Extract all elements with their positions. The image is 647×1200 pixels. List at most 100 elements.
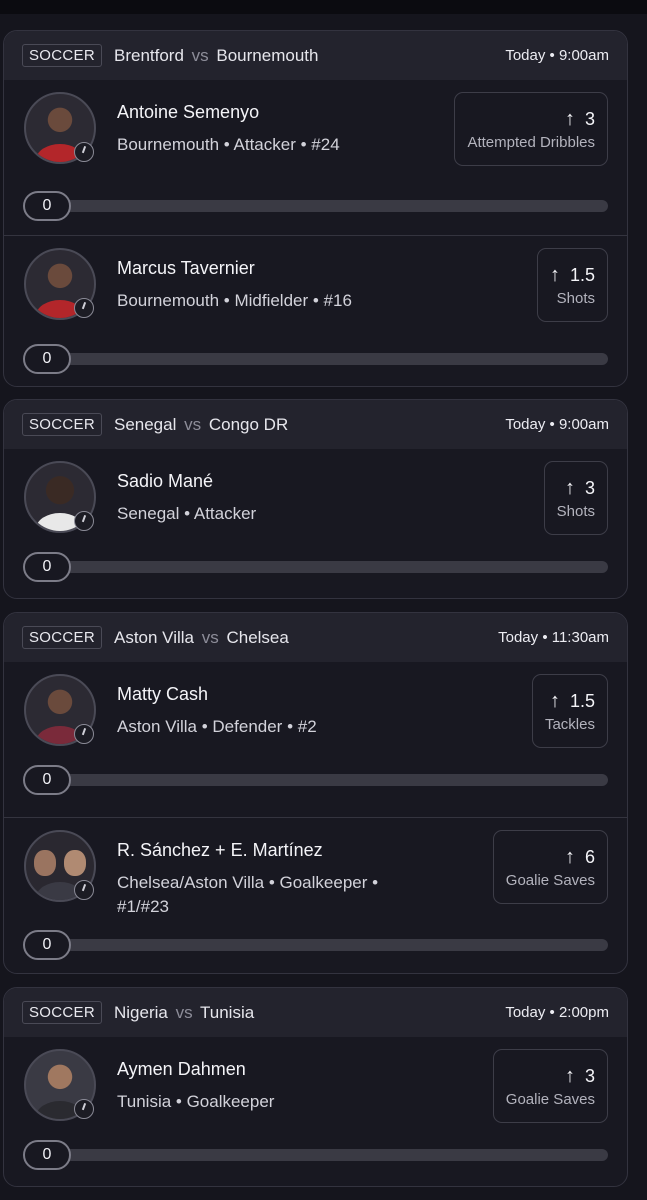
stat-line-button[interactable]: ↑ 6 Goalie Saves <box>492 830 608 904</box>
progress-bar: 0 <box>23 191 608 221</box>
card-header: SOCCER Nigeria vs Tunisia Today • 2:00pm <box>4 988 627 1037</box>
matchup: Brentford vs Bournemouth <box>114 46 505 66</box>
progress-value: 0 <box>23 191 71 221</box>
arrow-up-icon: ↑ <box>564 845 575 868</box>
progress-bar: 0 <box>23 552 608 582</box>
player-avatar-left <box>34 850 56 876</box>
away-team: Bournemouth <box>216 45 319 65</box>
stat-label: Attempted Dribbles <box>467 133 595 151</box>
game-time: Today • 9:00am <box>505 47 609 64</box>
vs-label: vs <box>201 627 219 647</box>
home-team: Nigeria <box>113 1002 168 1022</box>
player-meta: Aston Villa • Defender • #2 <box>117 717 317 736</box>
game-card: SOCCER Senegal vs Congo DR Today • 9:00a… <box>3 399 628 599</box>
matchup: Nigeria vs Tunisia <box>114 1003 505 1023</box>
player-name: R. Sánchez + E. Martínez <box>117 840 323 860</box>
stat-label: Tackles <box>544 715 595 733</box>
arrow-up-icon: ↑ <box>564 1064 575 1087</box>
game-card: SOCCER Brentford vs Bournemouth Today • … <box>3 30 628 387</box>
stat-label: Shots <box>556 289 595 307</box>
stat-line-button[interactable]: ↑ 1.5 Shots <box>536 248 608 322</box>
player-meta: Senegal • Attacker <box>117 504 257 523</box>
clock-icon <box>74 298 94 318</box>
player-pick-row[interactable]: Matty Cash Aston Villa • Defender • #2 ↑… <box>4 662 627 817</box>
player-name: Aymen Dahmen <box>117 1059 246 1079</box>
player-pick-row[interactable]: Sadio Mané Senegal • Attacker ↑ 3 Shots 0 <box>4 449 627 598</box>
clock-icon <box>74 880 94 900</box>
clock-icon <box>74 1099 94 1119</box>
progress-value: 0 <box>23 1140 71 1170</box>
clock-icon <box>74 511 94 531</box>
progress-track <box>63 939 608 951</box>
player-name: Antoine Semenyo <box>117 102 260 122</box>
player-name: Matty Cash <box>117 684 209 704</box>
progress-track <box>63 353 608 365</box>
top-bar <box>0 0 647 14</box>
home-team: Brentford <box>113 45 184 65</box>
home-team: Senegal <box>113 414 177 434</box>
progress-value: 0 <box>23 765 71 795</box>
clock-icon <box>74 724 94 744</box>
sport-badge: SOCCER <box>22 1001 102 1024</box>
home-team: Aston Villa <box>113 627 194 647</box>
arrow-up-icon: ↑ <box>549 689 560 712</box>
vs-label: vs <box>184 414 202 434</box>
progress-track <box>63 561 608 573</box>
progress-bar: 0 <box>23 1140 608 1170</box>
away-team: Chelsea <box>226 627 289 647</box>
progress-value: 0 <box>23 930 71 960</box>
arrow-up-icon: ↑ <box>564 476 575 499</box>
progress-value: 0 <box>23 552 71 582</box>
stat-line-button[interactable]: ↑ 3 Attempted Dribbles <box>454 92 608 166</box>
stat-line: 1.5 <box>569 690 595 711</box>
card-header: SOCCER Aston Villa vs Chelsea Today • 11… <box>4 613 627 662</box>
progress-track <box>63 200 608 212</box>
card-header: SOCCER Senegal vs Congo DR Today • 9:00a… <box>4 400 627 449</box>
matchup: Senegal vs Congo DR <box>114 415 505 435</box>
stat-line: 6 <box>584 846 595 867</box>
game-time: Today • 2:00pm <box>505 1004 609 1021</box>
player-pick-row[interactable]: Antoine Semenyo Bournemouth • Attacker •… <box>4 80 627 235</box>
player-pick-row[interactable]: Aymen Dahmen Tunisia • Goalkeeper ↑ 3 Goa… <box>4 1037 627 1186</box>
player-meta: Bournemouth • Midfielder • #16 <box>117 291 352 310</box>
vs-label: vs <box>191 45 209 65</box>
game-card: SOCCER Aston Villa vs Chelsea Today • 11… <box>3 612 628 974</box>
sport-badge: SOCCER <box>22 44 102 67</box>
stat-line: 3 <box>584 477 595 498</box>
sport-badge: SOCCER <box>22 413 102 436</box>
stat-line: 3 <box>584 1065 595 1086</box>
vs-label: vs <box>175 1002 193 1022</box>
away-team: Tunisia <box>200 1002 255 1022</box>
progress-bar: 0 <box>23 344 608 374</box>
player-name: Marcus Tavernier <box>117 258 255 278</box>
stat-label: Shots <box>556 502 595 520</box>
card-header: SOCCER Brentford vs Bournemouth Today • … <box>4 31 627 80</box>
progress-value: 0 <box>23 344 71 374</box>
player-pick-row[interactable]: R. Sánchez + E. Martínez Chelsea/Aston V… <box>4 817 627 973</box>
sport-badge: SOCCER <box>22 626 102 649</box>
game-card: SOCCER Nigeria vs Tunisia Today • 2:00pm… <box>3 987 628 1187</box>
clock-icon <box>74 142 94 162</box>
stat-label: Goalie Saves <box>505 1090 595 1108</box>
arrow-up-icon: ↑ <box>549 263 560 286</box>
stat-line-button[interactable]: ↑ 1.5 Tackles <box>531 674 608 748</box>
stat-line: 3 <box>584 108 595 129</box>
player-pick-row[interactable]: Marcus Tavernier Bournemouth • Midfielde… <box>4 235 627 386</box>
player-meta: Bournemouth • Attacker • #24 <box>117 135 340 154</box>
player-meta: Chelsea/Aston Villa • Goalkeeper • #1/#2… <box>117 873 379 916</box>
game-time: Today • 11:30am <box>498 629 609 646</box>
game-time: Today • 9:00am <box>505 416 609 433</box>
stat-line: 1.5 <box>569 264 595 285</box>
matchup: Aston Villa vs Chelsea <box>114 628 498 648</box>
progress-bar: 0 <box>23 765 608 795</box>
player-name: Sadio Mané <box>117 471 214 491</box>
stat-line-button[interactable]: ↑ 3 Shots <box>543 461 608 535</box>
stat-line-button[interactable]: ↑ 3 Goalie Saves <box>492 1049 608 1123</box>
away-team: Congo DR <box>208 414 289 434</box>
stat-label: Goalie Saves <box>505 871 595 889</box>
progress-bar: 0 <box>23 930 608 960</box>
progress-track <box>63 774 608 786</box>
player-meta: Tunisia • Goalkeeper <box>117 1092 275 1111</box>
arrow-up-icon: ↑ <box>564 107 575 130</box>
player-avatar-right <box>64 850 86 876</box>
